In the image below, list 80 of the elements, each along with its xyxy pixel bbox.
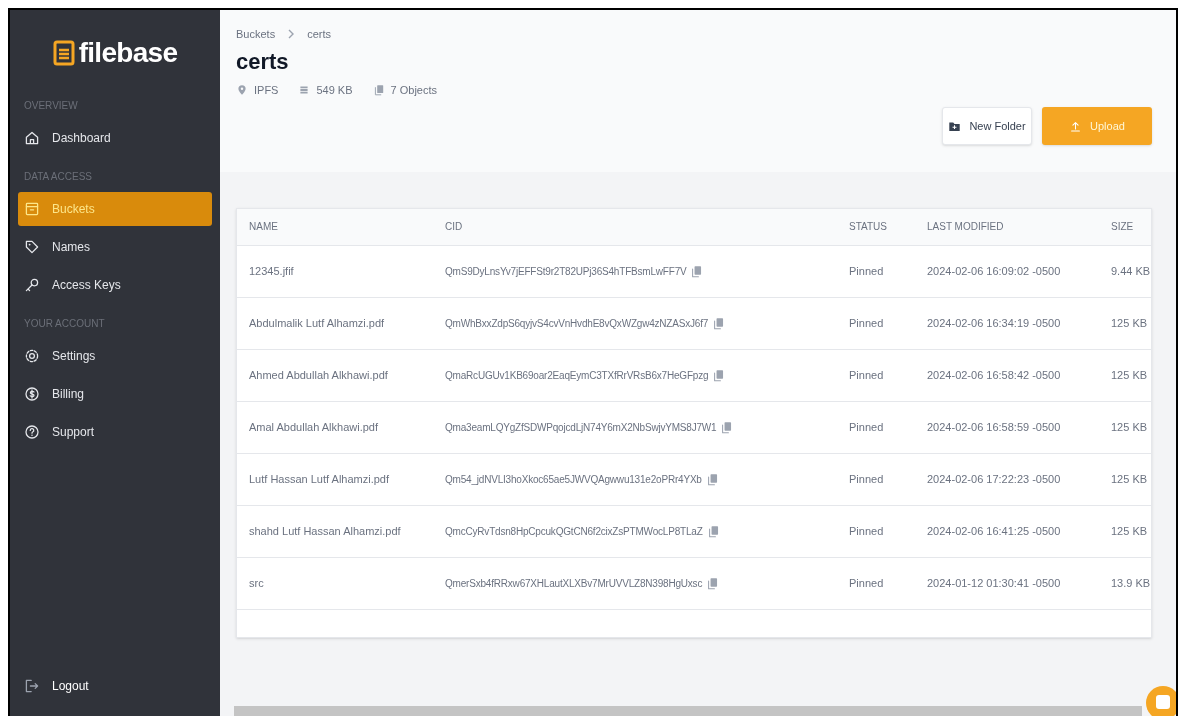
bucket-icon <box>24 201 40 217</box>
sidebar-item[interactable]: Settings <box>18 339 212 373</box>
sidebar-item[interactable]: Names <box>18 230 212 264</box>
home-icon <box>24 130 40 146</box>
column-header: NAME <box>249 221 278 233</box>
status-text: Pinned <box>849 316 884 329</box>
date-text: 2024-02-06 16:58:59 -0500 <box>927 420 1061 433</box>
logout-button[interactable]: Logout <box>24 677 89 695</box>
size-text: 125 KB <box>1111 316 1148 329</box>
help-icon <box>24 424 40 440</box>
size-text: 125 KB <box>1111 368 1148 381</box>
section-heading: DATA ACCESS <box>23 170 93 184</box>
horizontal-scrollbar[interactable] <box>234 706 1142 716</box>
file-name: src <box>249 576 264 589</box>
date-text: 2024-02-06 16:41:25 -0500 <box>927 524 1061 537</box>
sidebar-item[interactable]: Dashboard <box>18 121 212 155</box>
upload-icon <box>1069 119 1083 133</box>
copy-icon[interactable] <box>706 576 720 590</box>
file-name: Abdulmalik Lutf Alhamzi.pdf <box>249 316 385 329</box>
file-name: 12345.jfif <box>249 264 294 277</box>
chat-icon[interactable] <box>1146 684 1176 716</box>
date-text: 2024-02-06 17:22:23 -0500 <box>927 472 1061 485</box>
cid-text: Qm54_jdNVLI3hoXkoc65ae5JWVQAgwwu131e2oPRr4YXb <box>445 472 702 487</box>
column-header: SIZE <box>1111 221 1134 233</box>
copy-icon[interactable] <box>706 524 720 538</box>
cid-text: Qma3eamLQYgZfSDWPqojcdLjN74Y6mX2NbSwjvYMS8J7W1 <box>445 420 717 435</box>
chevron-icon <box>287 29 296 40</box>
cid-text: QmerSxb4fRRxw67XHLautXLXBv7MrUVVLZ8N398HgUxsc <box>445 576 703 591</box>
logout-icon <box>24 678 40 694</box>
breadcrumb-link[interactable]: Buckets <box>236 26 276 43</box>
date-text: 2024-02-06 16:34:19 -0500 <box>927 316 1061 329</box>
file-name: shahd Lutf Hassan Alhamzi.pdf <box>249 524 401 537</box>
status-text: Pinned <box>849 368 884 381</box>
dollar-icon <box>24 386 40 402</box>
sidebar-item[interactable]: Billing <box>18 377 212 411</box>
logo-text: filebase <box>78 36 178 70</box>
size-text: 125 KB <box>1111 420 1148 433</box>
cid-text: QmaRcUGUv1KB69oar2EaqEymC3TXfRrVRsB6x7HeGFpzg <box>445 368 709 383</box>
cid-text: QmcCyRvTdsn8HpCpcukQGtCN6f2cixZsPTMWocLP8TLaZ <box>445 524 703 539</box>
date-text: 2024-02-06 16:09:02 -0500 <box>927 264 1061 277</box>
date-text: 2024-02-06 16:58:42 -0500 <box>927 368 1061 381</box>
status-text: Pinned <box>849 264 884 277</box>
tag-icon <box>24 239 40 255</box>
copy-icon[interactable] <box>712 368 726 382</box>
status-text: Pinned <box>849 472 884 485</box>
sidebar-item[interactable]: Support <box>18 415 212 449</box>
size-text: 125 KB <box>1111 472 1148 485</box>
file-name: Amal Abdullah Alkhawi.pdf <box>249 420 379 433</box>
copy-icon[interactable] <box>690 264 704 278</box>
meta-text: 7 Objects <box>390 82 437 98</box>
key-icon <box>24 277 40 293</box>
location-pin-icon <box>236 83 248 96</box>
status-text: Pinned <box>849 420 884 433</box>
size-text: 125 KB <box>1111 524 1148 537</box>
column-header: CID <box>445 221 463 233</box>
status-text: Pinned <box>849 576 884 589</box>
copy-icon[interactable] <box>705 472 719 486</box>
file-name: Ahmed Abdullah Alkhawi.pdf <box>249 368 388 381</box>
file-name: Lutf Hassan Lutf Alhamzi.pdf <box>249 472 390 485</box>
column-header: STATUS <box>849 221 887 233</box>
page-title: certs <box>236 47 290 76</box>
section-heading: YOUR ACCOUNT <box>23 317 106 331</box>
cid-text: QmS9DyLnsYv7jEFFSt9r2T82UPj36S4hTFBsmLwFF7V <box>445 264 687 279</box>
copy-icon <box>372 83 385 96</box>
date-text: 2024-01-12 01:30:41 -0500 <box>927 576 1061 589</box>
size-text: 9.44 KB <box>1111 264 1151 277</box>
new-folder-button[interactable]: New Folder <box>942 107 1032 145</box>
meta-text: 549 KB <box>316 82 353 98</box>
copy-icon[interactable] <box>712 316 726 330</box>
breadcrumb-link[interactable]: certs <box>307 26 331 43</box>
sidebar-item[interactable]: Access Keys <box>18 268 212 302</box>
column-header: LAST MODIFIED <box>927 221 1004 233</box>
copy-icon[interactable] <box>720 420 734 434</box>
status-text: Pinned <box>849 524 884 537</box>
gear-icon <box>24 348 40 364</box>
size-text: 13.9 KB <box>1111 576 1151 589</box>
section-heading: OVERVIEW <box>23 99 79 113</box>
meta-text: IPFS <box>254 82 279 98</box>
cid-text: QmWhBxxZdpS6qyjvS4cvVnHvdhE8vQxWZgw4zNZASxJ6f7 <box>445 316 709 331</box>
logo-icon <box>52 40 75 66</box>
